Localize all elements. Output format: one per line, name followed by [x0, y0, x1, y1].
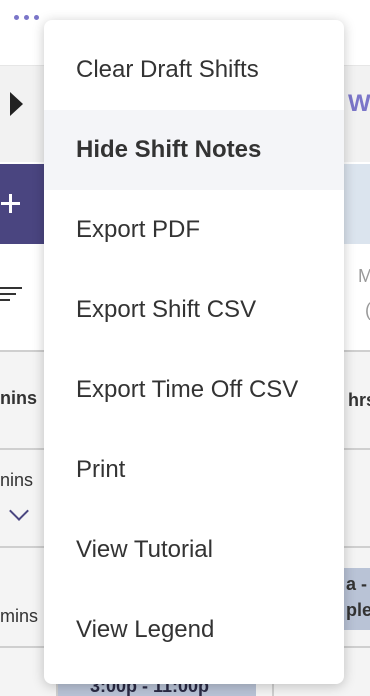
row-hours-label: nins: [0, 470, 34, 490]
week-label: W: [348, 90, 370, 117]
add-shift-button[interactable]: [0, 164, 44, 244]
filter-icon[interactable]: [0, 287, 22, 309]
menu-item-print[interactable]: Print: [44, 430, 344, 510]
day-column-header: M: [358, 266, 370, 286]
day-column-subheader: (: [365, 300, 370, 321]
row-hours-label: nins: [0, 388, 38, 408]
row-hours-label: mins: [0, 606, 39, 626]
next-arrow-icon[interactable]: [10, 92, 23, 116]
menu-item-export-shift-csv[interactable]: Export Shift CSV: [44, 270, 344, 350]
menu-item-clear-draft-shifts[interactable]: Clear Draft Shifts: [44, 30, 344, 110]
menu-item-export-time-off-csv[interactable]: Export Time Off CSV: [44, 350, 344, 430]
shift-block-text: a -: [346, 574, 368, 594]
menu-item-hide-shift-notes[interactable]: Hide Shift Notes: [44, 110, 344, 190]
options-menu: Clear Draft Shifts Hide Shift Notes Expo…: [44, 20, 344, 684]
menu-item-export-pdf[interactable]: Export PDF: [44, 190, 344, 270]
day-header-tile: [344, 164, 370, 244]
row-hours-total: hrs: [348, 390, 370, 410]
more-options-icon[interactable]: [14, 12, 48, 22]
menu-item-view-tutorial[interactable]: View Tutorial: [44, 510, 344, 590]
shift-block-text: ple: [346, 600, 370, 620]
menu-item-view-legend[interactable]: View Legend: [44, 590, 344, 670]
